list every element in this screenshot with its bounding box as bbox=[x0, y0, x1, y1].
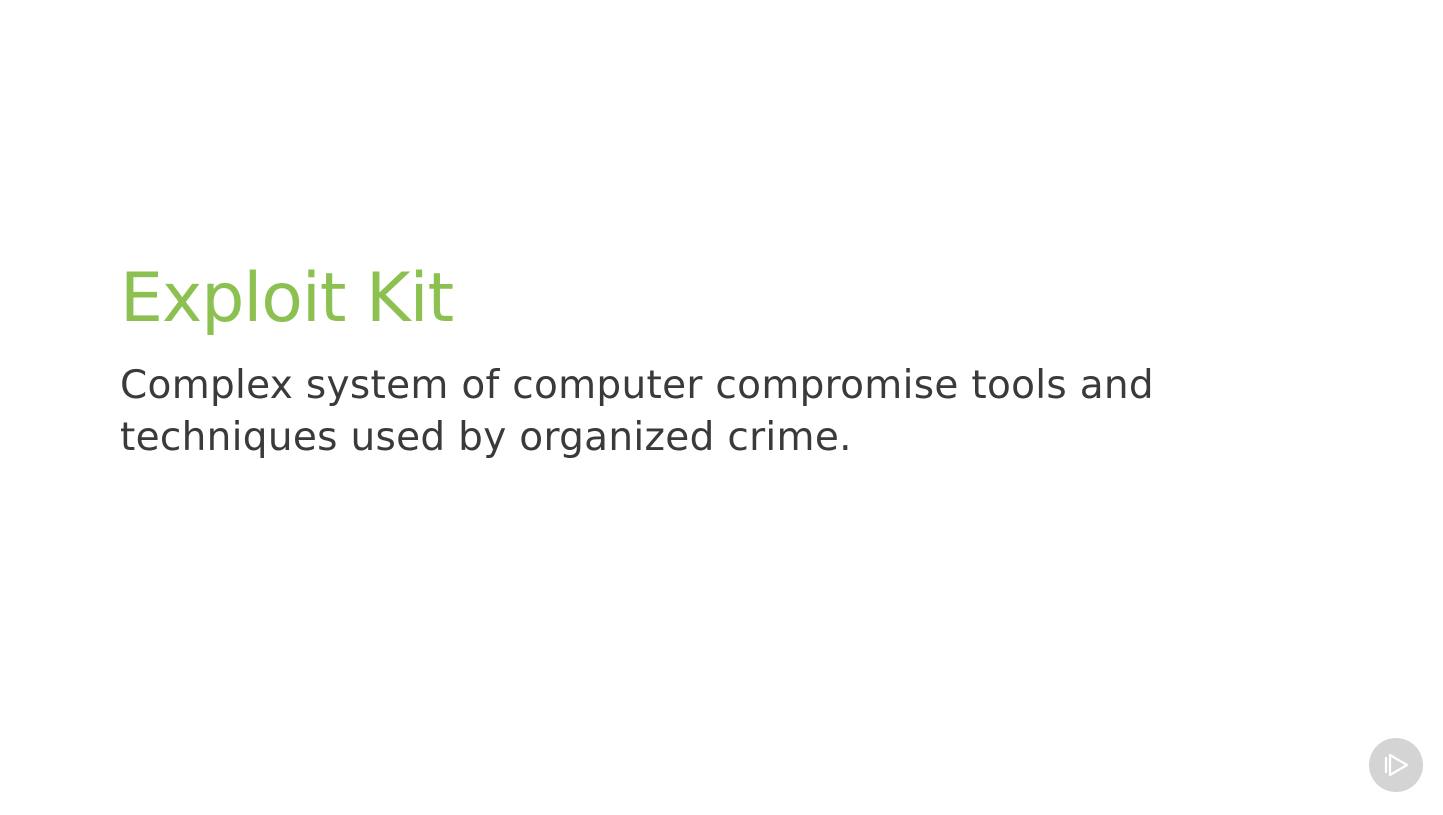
slide-title: Exploit Kit bbox=[120, 259, 454, 338]
play-button[interactable] bbox=[1369, 738, 1423, 792]
play-icon bbox=[1384, 753, 1409, 777]
slide-body-text: Complex system of computer compromise to… bbox=[120, 363, 1154, 460]
slide: Exploit Kit Complex system of computer c… bbox=[0, 0, 1443, 815]
